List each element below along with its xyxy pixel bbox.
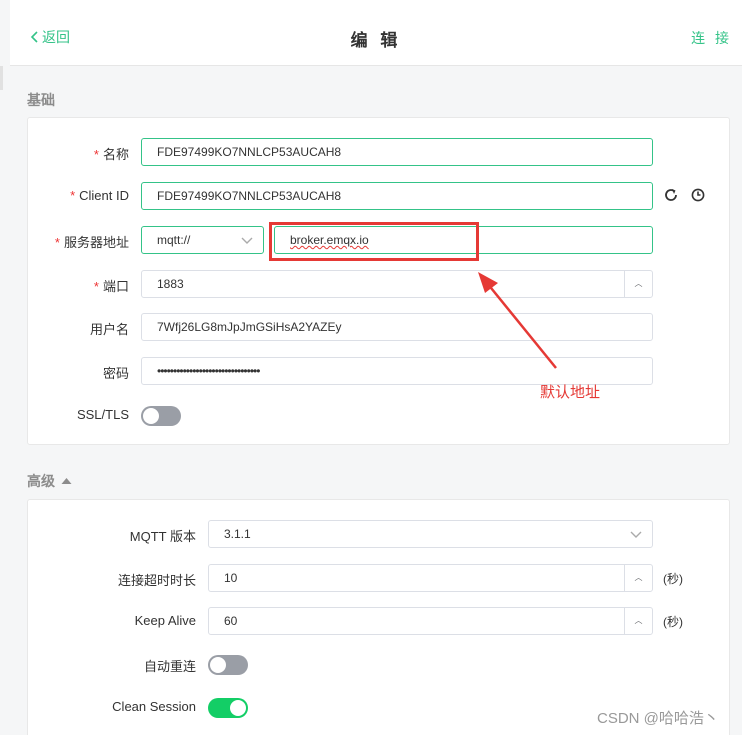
increment-icon[interactable]: ︿ (625, 271, 652, 297)
auto-reconnect-toggle[interactable] (208, 655, 248, 675)
auto-reconnect-label: 自动重连 (143, 659, 196, 674)
required-marker: * (70, 188, 76, 203)
mqtt-version-value: 3.1.1 (224, 527, 251, 541)
username-label: 用户名 (89, 322, 129, 337)
annotation-label: 默认地址 (540, 384, 601, 401)
keep-alive-unit: (秒) (663, 615, 683, 629)
port-input[interactable]: 1883 ︿﹀ (141, 270, 653, 298)
mqtt-version-label: MQTT 版本 (129, 529, 196, 544)
required-marker: * (93, 279, 99, 294)
mqtt-version-select[interactable]: 3.1.1 (208, 520, 653, 548)
port-stepper[interactable]: ︿﹀ (624, 271, 652, 297)
chevron-down-icon (630, 531, 642, 538)
highlight-box (269, 222, 479, 261)
name-label: * 名称 (93, 147, 129, 162)
toggle-knob (143, 408, 159, 424)
connect-timeout-input[interactable]: 10 ︿﹀ (208, 564, 653, 592)
client-id-label: * Client ID (70, 188, 129, 203)
increment-icon[interactable]: ︿ (625, 608, 652, 634)
port-value: 1883 (157, 277, 184, 291)
timeout-stepper[interactable]: ︿﹀ (624, 565, 652, 591)
ssl-toggle[interactable] (141, 406, 181, 426)
refresh-icon[interactable] (663, 187, 679, 203)
required-marker: * (93, 147, 99, 162)
clean-session-toggle[interactable] (208, 698, 248, 718)
keep-alive-stepper[interactable]: ︿﹀ (624, 608, 652, 634)
name-input[interactable]: FDE97499KO7NNLCP53AUCAH8 (141, 138, 653, 166)
port-label: * 端口 (93, 279, 129, 294)
keep-alive-label: Keep Alive (134, 613, 196, 628)
connect-timeout-value: 10 (224, 571, 238, 585)
page-title: 编 辑 (350, 31, 402, 50)
password-label: 密码 (102, 366, 129, 381)
advanced-section-title[interactable]: 高级 (27, 471, 72, 491)
connect-button[interactable]: 连 接 (691, 28, 732, 48)
chevron-down-icon (241, 237, 253, 244)
left-edge (0, 0, 10, 735)
connect-timeout-label: 连接超时时长 (117, 573, 196, 588)
basic-section-title: 基础 (27, 92, 55, 108)
keep-alive-input[interactable]: 60 ︿﹀ (208, 607, 653, 635)
server-label: * 服务器地址 (54, 235, 129, 250)
timeout-unit: (秒) (663, 572, 683, 586)
clock-icon[interactable] (690, 187, 706, 203)
required-marker: * (54, 235, 60, 250)
watermark: CSDN @哈哈浩丶 (597, 710, 719, 727)
protocol-select[interactable]: mqtt:// (141, 226, 264, 254)
keep-alive-value: 60 (224, 614, 238, 628)
caret-up-icon (61, 478, 72, 484)
increment-icon[interactable]: ︿ (625, 565, 652, 591)
protocol-value: mqtt:// (157, 233, 191, 247)
client-id-input[interactable]: FDE97499KO7NNLCP53AUCAH8 (141, 182, 653, 210)
edge-tick (0, 66, 3, 90)
toggle-knob (230, 700, 246, 716)
top-bar: 返回 编 辑 连 接 (10, 0, 742, 66)
username-input[interactable]: 7Wfj26LG8mJpJmGSiHsA2YAZEy (141, 313, 653, 341)
ssl-label: SSL/TLS (76, 407, 129, 422)
toggle-knob (210, 657, 226, 673)
clean-session-label: Clean Session (112, 699, 196, 714)
